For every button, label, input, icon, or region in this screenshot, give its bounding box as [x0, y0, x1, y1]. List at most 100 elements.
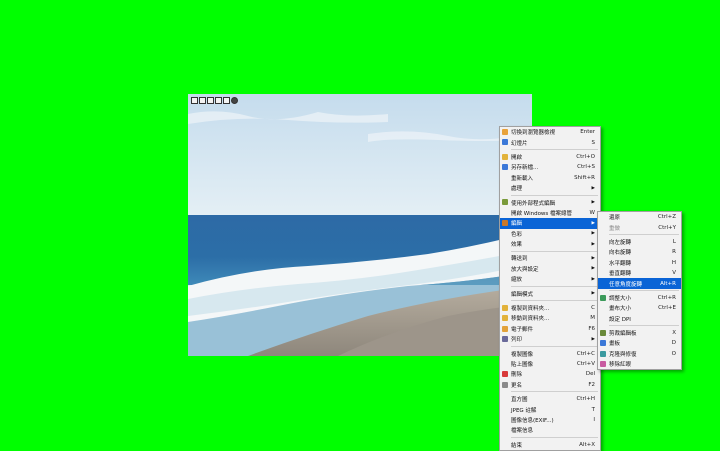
menu-item[interactable]: 設定 DPI [598, 314, 681, 324]
menu-item[interactable]: 複製到資料夾... C [500, 303, 600, 313]
menu-item[interactable]: 結束 Alt+X [500, 440, 600, 450]
delete-icon [502, 371, 508, 378]
menu-item[interactable]: 貼上圖像 Ctrl+V [500, 359, 600, 369]
rename-icon [502, 381, 508, 388]
menu-item[interactable]: 移動到資料夾... M [500, 313, 600, 323]
menu-item-label: 還原 [609, 215, 621, 222]
menu-item-label: 直方圖 [511, 397, 528, 404]
menu-item-shortcut: Ctrl+E [658, 305, 676, 312]
menu-item-shortcut: X [672, 330, 676, 337]
menu-item-shortcut: I [593, 416, 595, 423]
menu-separator [511, 391, 598, 393]
menu-item[interactable]: 處理 ▶ [500, 183, 600, 193]
nav-icon[interactable] [199, 97, 206, 104]
menu-item-shortcut: Ctrl+O [576, 153, 595, 160]
menu-item-label: 開啟 Windows 檔案總管 [511, 210, 573, 217]
menu-item[interactable]: 剪裁編輯板 X [598, 328, 681, 338]
menu-item[interactable]: 刪除 Del [500, 369, 600, 379]
submenu-arrow-icon: ▶ [591, 185, 595, 191]
menu-item-label: 幻燈片 [511, 140, 528, 147]
menu-item[interactable]: 調整大小 Ctrl+R [598, 293, 681, 303]
menu-separator [511, 250, 598, 252]
menu-item-shortcut: D [671, 340, 676, 347]
menu-item[interactable]: JPEG 註解 T [500, 404, 600, 414]
menu-item-label: 重新載入 [511, 175, 534, 182]
menu-separator [609, 325, 679, 327]
copy-folder-icon [502, 304, 508, 311]
menu-item[interactable]: 水平翻轉 H [598, 258, 681, 268]
menu-item[interactable]: 轉送到 ▶ [500, 253, 600, 263]
menu-item-shortcut: S [591, 139, 596, 146]
menu-item[interactable]: 編輯模式 ▶ [500, 288, 600, 298]
menu-item[interactable]: 更名 F2 [500, 380, 600, 390]
menu-item-shortcut: Shift+R [574, 174, 595, 181]
menu-item-label: 圖像信息(EXIF...) [511, 417, 554, 424]
menu-item-label: 調整大小 [609, 295, 632, 302]
print-icon [502, 336, 508, 343]
menu-item[interactable]: 列印 ▶ [500, 334, 600, 344]
menu-item[interactable]: 向左旋轉 L [598, 237, 681, 247]
menu-item[interactable]: 垂直翻轉 V [598, 268, 681, 278]
menu-item-label: 電子郵件 [511, 326, 534, 333]
browser-icon [502, 129, 508, 135]
menu-item[interactable]: 使用外部程式編輯 ▶ [500, 197, 600, 207]
menu-item[interactable]: 克隆與修復 O [598, 349, 681, 359]
menu-item-label: 縮放 [511, 277, 523, 284]
menu-item-label: 列印 [511, 337, 523, 344]
menu-item[interactable]: 效果 ▶ [500, 239, 600, 249]
fullscreen-icon[interactable] [207, 97, 214, 104]
menu-item[interactable]: 向右旋轉 R [598, 247, 681, 257]
menu-item[interactable]: 移除紅眼 [598, 359, 681, 369]
menu-item-label: 開啟 [511, 154, 523, 161]
menu-item[interactable]: 畫布大小 Ctrl+E [598, 303, 681, 313]
menu-item[interactable]: 重做 Ctrl+Y [598, 222, 681, 232]
menu-item[interactable]: 圖像信息(EXIF...) I [500, 415, 600, 425]
menu-item-shortcut: L [672, 238, 676, 245]
menu-item-label: 檔案信息 [511, 428, 534, 435]
menu-item-shortcut: Ctrl+Y [658, 224, 676, 231]
menu-item[interactable]: 色彩 ▶ [500, 229, 600, 239]
menu-item-label: 畫布大小 [609, 306, 632, 313]
move-folder-icon [502, 315, 508, 322]
menu-item[interactable]: 還原 Ctrl+Z [598, 212, 681, 222]
menu-item-shortcut: F2 [588, 381, 595, 388]
menu-item-label: 移除紅眼 [609, 362, 632, 369]
menu-item[interactable]: 直方圖 Ctrl+H [500, 394, 600, 404]
menu-item-shortcut: Alt+X [579, 441, 595, 448]
menu-separator [609, 234, 679, 236]
menu-item-label: 更名 [511, 382, 523, 389]
menu-item-label: 結束 [511, 442, 523, 449]
settings-icon[interactable] [231, 97, 238, 104]
info-icon[interactable] [223, 97, 230, 104]
menu-item[interactable]: 縮放 ▶ [500, 274, 600, 284]
menu-item[interactable]: 畫板 D [598, 338, 681, 348]
menu-item[interactable]: 電子郵件 F6 [500, 324, 600, 334]
menu-item[interactable]: 開啟 Windows 檔案總管 W [500, 208, 600, 218]
menu-item[interactable]: 檔案信息 [500, 425, 600, 435]
menu-item[interactable]: 複製圖像 Ctrl+C [500, 348, 600, 358]
menu-item[interactable]: 開啟 Ctrl+O [500, 152, 600, 162]
menu-item[interactable]: 任意角度旋轉 Alt+R [598, 278, 681, 289]
menu-separator [511, 437, 598, 439]
menu-item-label: 使用外部程式編輯 [511, 200, 556, 207]
menu-item-shortcut: Del [585, 371, 595, 378]
menu-item[interactable]: 編輯 ▶ [500, 218, 600, 229]
grid-icon[interactable] [191, 97, 198, 104]
zoom-icon[interactable] [215, 97, 222, 104]
submenu-arrow-icon: ▶ [591, 291, 595, 297]
menu-item-label: 向左旋轉 [609, 239, 632, 246]
edit-submenu: 還原 Ctrl+Z 重做 Ctrl+Y 向左旋轉 L 向右旋轉 R 水平翻轉 H 垂直翻轉 V 任意角度… [597, 211, 682, 371]
menu-item-label: 另存新檔... [511, 165, 539, 172]
menu-item-label: 刪除 [511, 372, 523, 379]
menu-separator [511, 345, 598, 347]
menu-item-shortcut: Ctrl+H [576, 396, 595, 403]
menu-item[interactable]: 放大與設定 ▶ [500, 264, 600, 274]
submenu-arrow-icon: ▶ [591, 220, 595, 226]
menu-item-label: 設定 DPI [609, 316, 631, 323]
submenu-arrow-icon: ▶ [591, 336, 595, 342]
photo-viewer[interactable] [188, 94, 532, 356]
menu-item[interactable]: 另存新檔... Ctrl+S [500, 162, 600, 172]
menu-item[interactable]: 幻燈片 S [500, 137, 600, 147]
menu-item[interactable]: 切換到瀏覽器檢視 Enter [500, 127, 600, 137]
menu-item[interactable]: 重新載入 Shift+R [500, 173, 600, 183]
